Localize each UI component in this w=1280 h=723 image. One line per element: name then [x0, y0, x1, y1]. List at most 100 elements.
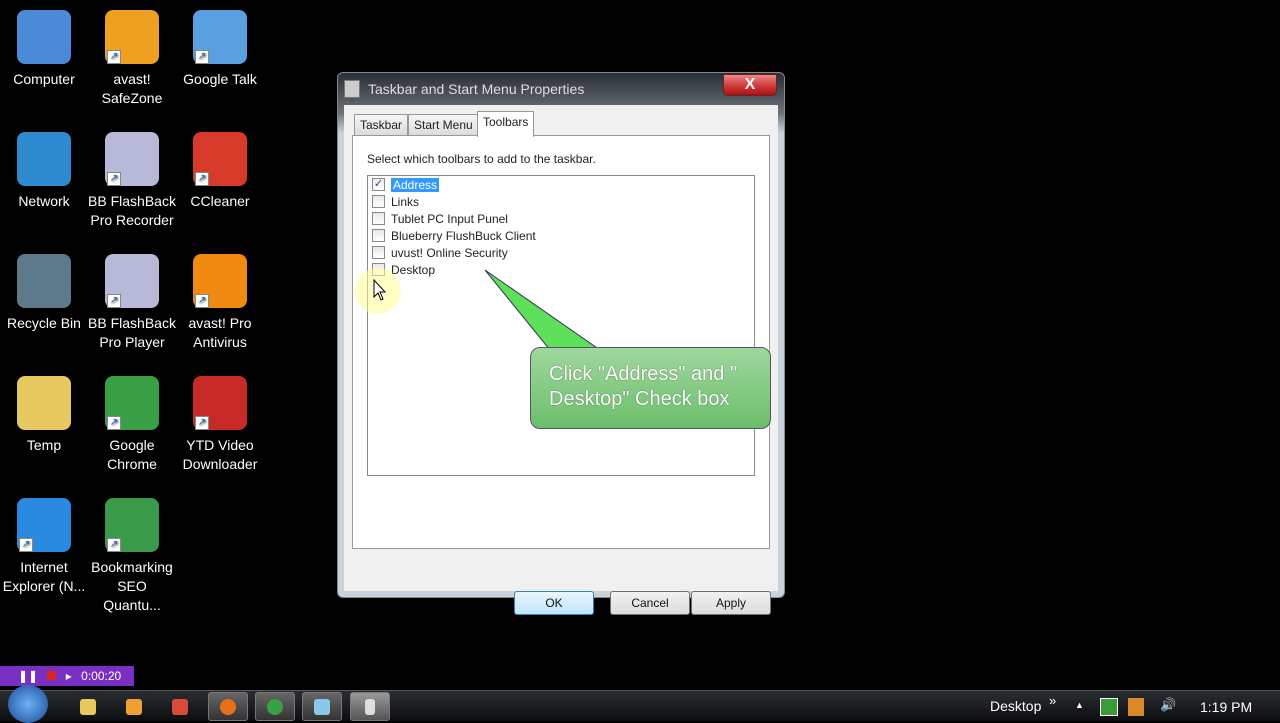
play-icon[interactable]: ▸ — [66, 669, 72, 683]
desktop-icon-label: avast! Pro Antivirus — [188, 315, 252, 350]
toolbar-list-item[interactable]: Blueberry FlushBuck Client — [368, 227, 754, 244]
desktop-icon[interactable]: ↗ Internet Explorer (N... — [0, 494, 88, 596]
shortcut-arrow-icon: ↗ — [107, 172, 121, 186]
recorder-time: 0:00:20 — [81, 669, 122, 683]
recorder-bar: ❚❚ ▸ 0:00:20 — [0, 666, 134, 686]
app-icon: ↗ — [105, 498, 159, 552]
toolbar-list-item[interactable]: Tublet PC Input Punel — [368, 210, 754, 227]
taskbar-media-player[interactable] — [114, 692, 154, 721]
desktop-icon-label: CCleaner — [190, 193, 250, 209]
volume-icon[interactable]: 🔊 — [1160, 697, 1176, 713]
item-label: Desktop — [391, 262, 436, 277]
media-player-icon — [126, 698, 142, 715]
desktop-icon[interactable]: Computer — [0, 6, 88, 89]
desktop-icon[interactable]: Temp — [0, 372, 88, 455]
chrome-icon — [267, 698, 283, 715]
tab-taskbar[interactable]: Taskbar — [354, 114, 409, 136]
dialog-title: Taskbar and Start Menu Properties — [368, 81, 585, 97]
start-button[interactable] — [8, 685, 48, 723]
toolbar-list-item[interactable]: Links — [368, 193, 754, 210]
app-icon: ↗ — [105, 132, 159, 186]
toolbar-list-item[interactable]: uvust! Online Security — [368, 244, 754, 261]
tab-toolbars[interactable]: Toolbars — [477, 111, 535, 137]
desktop-icon[interactable]: ↗ Bookmarking SEO Quantu... — [88, 494, 176, 615]
window-icon — [344, 80, 360, 98]
app-icon: ↗ — [17, 498, 71, 552]
checkbox[interactable] — [372, 229, 385, 242]
shortcut-arrow-icon: ↗ — [19, 538, 33, 552]
item-label: Address — [391, 177, 440, 192]
shortcut-arrow-icon: ↗ — [195, 50, 209, 64]
shortcut-arrow-icon: ↗ — [107, 294, 121, 308]
desktop-icon[interactable]: ↗ Google Talk — [176, 6, 264, 89]
desktop-icon[interactable]: ↗ Google Chrome — [88, 372, 176, 474]
app-icon: ↗ — [105, 376, 159, 430]
desktop-icon[interactable]: ↗ YTD Video Downloader — [176, 372, 264, 474]
desktop-icon-label: Computer — [13, 71, 75, 87]
ok-button[interactable]: OK — [514, 591, 594, 615]
app-icon: ↗ — [105, 254, 159, 308]
stop-icon[interactable] — [47, 671, 57, 680]
taskbar-explorer[interactable] — [68, 692, 108, 721]
pause-icon[interactable]: ❚❚ — [18, 669, 38, 683]
desktop-icon[interactable]: ↗ avast! SafeZone — [88, 6, 176, 108]
app-icon — [17, 254, 71, 308]
tab-start-menu[interactable]: Start Menu — [408, 114, 479, 136]
clock[interactable]: 1:19 PM — [1200, 699, 1252, 715]
apply-button[interactable]: Apply — [691, 591, 771, 615]
desktop-icon-label: Google Talk — [183, 71, 257, 87]
taskbar-properties[interactable] — [350, 692, 390, 721]
shortcut-arrow-icon: ↗ — [195, 172, 209, 186]
taskbar-app[interactable] — [160, 692, 200, 721]
shortcut-arrow-icon: ↗ — [195, 416, 209, 430]
desktop-icon[interactable]: ↗ BB FlashBack Pro Player — [88, 250, 176, 352]
checkbox[interactable] — [372, 195, 385, 208]
app-icon — [17, 10, 71, 64]
app-icon: ↗ — [193, 132, 247, 186]
desktop-icon-label: Network — [18, 193, 70, 209]
taskbar-firefox[interactable] — [208, 692, 248, 721]
folder-icon — [80, 698, 96, 715]
instruction-text: Select which toolbars to add to the task… — [367, 152, 596, 166]
tray-arrow-icon[interactable]: ▲ — [1075, 700, 1084, 710]
shortcut-arrow-icon: ↗ — [195, 294, 209, 308]
shortcut-arrow-icon: ↗ — [107, 538, 121, 552]
item-label: Links — [391, 194, 420, 209]
tray-word-icon[interactable] — [1128, 698, 1144, 716]
app-icon — [17, 132, 71, 186]
desktop-icon[interactable]: ↗ CCleaner — [176, 128, 264, 211]
mouse-cursor-icon — [373, 279, 387, 301]
desktop-icon-label: avast! SafeZone — [101, 71, 163, 106]
checkbox[interactable]: ✓ — [372, 178, 385, 191]
desktop-icon-label: YTD Video Downloader — [182, 437, 258, 472]
toolbar-chevron-icon[interactable]: » — [1049, 693, 1056, 708]
desktop-icon-label: Recycle Bin — [7, 315, 81, 331]
app-icon: ↗ — [193, 254, 247, 308]
app-icon: ↗ — [193, 376, 247, 430]
callout-pointer — [484, 269, 602, 351]
taskbar-chrome[interactable] — [255, 692, 295, 721]
desktop-toolbar-label[interactable]: Desktop — [990, 698, 1041, 714]
item-label: Tublet PC Input Punel — [391, 211, 508, 226]
app-icon — [17, 376, 71, 430]
desktop-icon[interactable]: ↗ BB FlashBack Pro Recorder — [88, 128, 176, 230]
desktop-icon-label: Temp — [26, 437, 62, 453]
desktop-icon[interactable]: Network — [0, 128, 88, 211]
desktop-icon-label: Internet Explorer (N... — [2, 559, 86, 594]
taskbar-app2[interactable] — [302, 692, 342, 721]
app-icon: ↗ — [105, 10, 159, 64]
toolbar-list-item[interactable]: ✓ Address — [368, 176, 754, 193]
cancel-button[interactable]: Cancel — [610, 591, 690, 615]
checkbox[interactable] — [372, 246, 385, 259]
properties-icon — [365, 698, 375, 715]
desktop-icon[interactable]: Recycle Bin — [0, 250, 88, 333]
desktop-icon[interactable]: ↗ avast! Pro Antivirus — [176, 250, 264, 352]
desktop-icon-label: Google Chrome — [107, 437, 157, 472]
desktop-icon-label: Bookmarking SEO Quantu... — [91, 559, 173, 613]
taskbar: Desktop » ▲ 🔊 1:19 PM — [0, 685, 1280, 723]
checkbox[interactable] — [372, 212, 385, 225]
close-button[interactable]: X — [723, 74, 777, 96]
item-label: uvust! Online Security — [391, 245, 508, 260]
tray-app-icon[interactable] — [1100, 698, 1118, 716]
app-icon — [172, 698, 188, 715]
